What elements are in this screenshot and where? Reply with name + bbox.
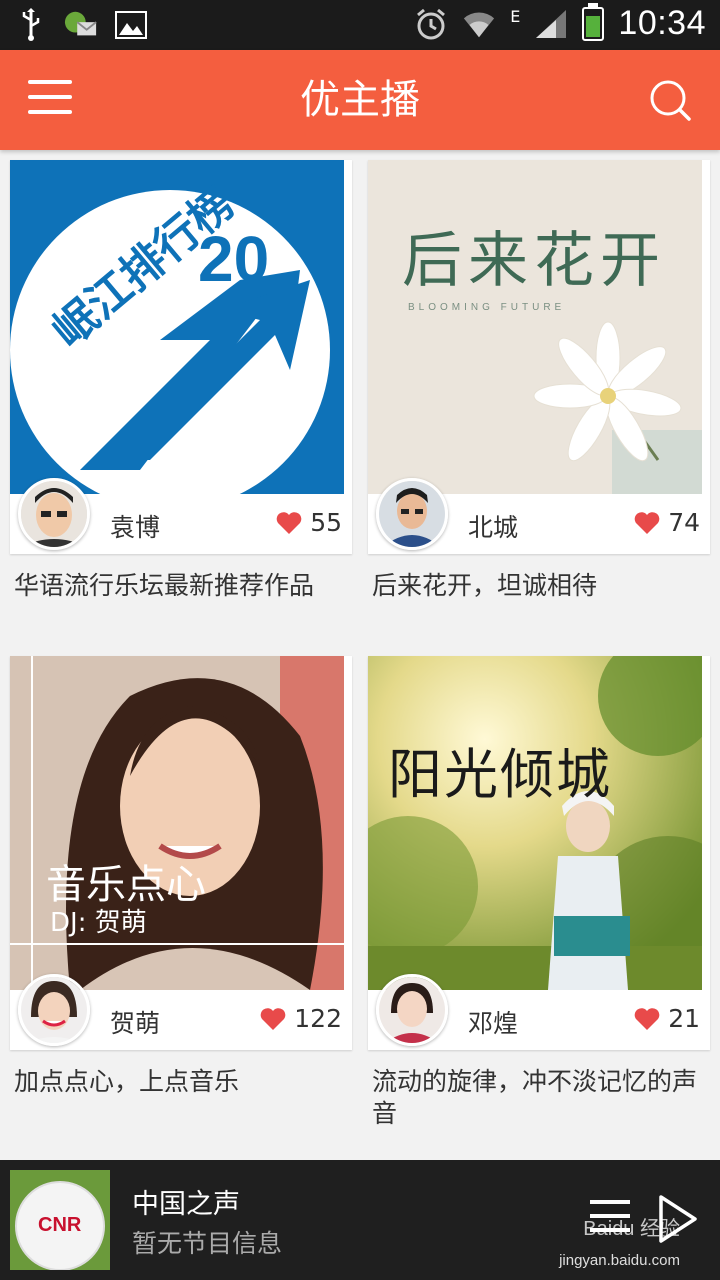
avatar[interactable] [376, 478, 448, 550]
program-card[interactable]: 岷江排行榜 20 袁博 55 [10, 160, 352, 554]
image-icon [114, 8, 148, 42]
alarm-icon [414, 7, 448, 41]
app-bar: 优主播 [0, 50, 720, 150]
cover-number-text: 20 [198, 223, 270, 295]
search-icon [650, 80, 691, 121]
like-count[interactable]: 122 [260, 1004, 342, 1033]
status-bar: E 10:34 [0, 0, 720, 50]
program-cover[interactable]: 音乐点心 DJ: 贺萌 [10, 656, 344, 990]
heart-icon [634, 511, 660, 534]
like-count[interactable]: 74 [634, 508, 700, 537]
avatar[interactable] [18, 974, 90, 1046]
host-name: 袁博 [110, 513, 161, 542]
program-info: 暂无节目信息 [132, 1229, 283, 1258]
program-cover[interactable]: 后来花开 BLOOMING FUTURE [368, 160, 702, 494]
like-count-value: 122 [294, 1004, 342, 1033]
watermark-url: jingyan.baidu.com [559, 1252, 680, 1269]
avatar[interactable] [18, 478, 90, 550]
program-card[interactable]: 音乐点心 DJ: 贺萌 贺萌 122 [10, 656, 352, 1050]
station-name: 中国之声 [132, 1189, 240, 1220]
program-description: 华语流行乐坛最新推荐作品 [14, 571, 315, 600]
like-count-value: 21 [668, 1004, 700, 1033]
station-logo[interactable]: CNR [10, 1170, 110, 1270]
cover-subtitle-text: BLOOMING FUTURE [408, 302, 566, 313]
program-card[interactable]: 阳光倾城 邓煌 21 [368, 656, 710, 1050]
network-type-label: E [510, 7, 521, 26]
card-meta: 贺萌 122 [10, 974, 352, 1050]
watermark: Baidu 经验 [583, 1218, 680, 1240]
host-name: 贺萌 [110, 1009, 161, 1038]
email-notification-icon [64, 8, 98, 42]
page-title: 优主播 [300, 77, 420, 123]
heart-icon [634, 1007, 660, 1030]
card-meta: 袁博 55 [10, 478, 352, 554]
signal-icon [534, 7, 568, 41]
like-count-value: 74 [668, 508, 700, 537]
cover-title-text: 后来花开 [402, 226, 666, 296]
mini-player[interactable]: CNR 中国之声 暂无节目信息 Baidu 经验 jingyan.baidu.c… [0, 1160, 720, 1280]
host-name: 北城 [468, 513, 519, 542]
card-meta: 北城 74 [368, 478, 710, 554]
program-cover[interactable]: 岷江排行榜 20 [10, 160, 344, 494]
like-count[interactable]: 21 [634, 1004, 700, 1033]
card-meta: 邓煌 21 [368, 974, 710, 1050]
host-name: 邓煌 [468, 1009, 519, 1038]
heart-icon [260, 1007, 286, 1030]
like-count[interactable]: 55 [276, 508, 342, 537]
cover-subtitle-text: DJ: 贺萌 [50, 908, 147, 938]
usb-icon [14, 8, 48, 42]
program-cover[interactable]: 阳光倾城 [368, 656, 702, 990]
like-count-value: 55 [310, 508, 342, 537]
clock: 10:34 [618, 4, 706, 42]
station-logo-text: CNR [38, 1214, 82, 1236]
battery-icon [582, 2, 605, 41]
program-card[interactable]: 后来花开 BLOOMING FUTURE 北城 74 [368, 160, 710, 554]
program-description: 加点点心，上点音乐 [14, 1067, 240, 1096]
program-description: 流动的旋律，冲不淡记忆的声音 [372, 1067, 698, 1128]
search-button[interactable] [648, 78, 692, 122]
avatar[interactable] [376, 974, 448, 1046]
heart-icon [276, 511, 302, 534]
cover-title-text: 阳光倾城 [388, 743, 612, 806]
wifi-icon [462, 7, 496, 41]
program-description: 后来花开，坦诚相待 [372, 571, 598, 600]
